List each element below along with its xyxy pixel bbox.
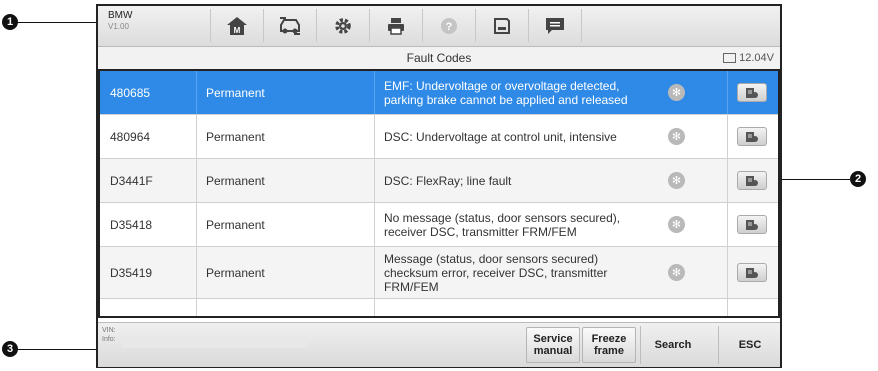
code-help-button[interactable] xyxy=(737,83,767,102)
callout-2-line xyxy=(782,179,850,180)
code-help-icon xyxy=(746,175,758,186)
freeze-frame-icon[interactable]: ✻ xyxy=(668,84,685,101)
battery-icon xyxy=(723,53,737,63)
fault-description-line: DSC: FlexRay; line fault xyxy=(384,173,512,188)
fault-description-line: EMF: Undervoltage or overvoltage detecte… xyxy=(384,78,620,93)
code-help-icon xyxy=(746,87,758,98)
info-label: Info: xyxy=(102,336,116,343)
fault-description-line: Message (status, door sensors secured) xyxy=(384,251,599,266)
fault-description: DSC: Undervoltage at control unit, inten… xyxy=(384,115,666,158)
vin-label: VIN: xyxy=(102,327,116,334)
freeze-frame-icon[interactable]: ✻ xyxy=(668,172,685,189)
fault-description-line: No message (status, door sensors secured… xyxy=(384,210,621,225)
bottom-toolbar: VIN: Info: Service manual Freeze frame S… xyxy=(98,322,780,367)
callout-1: 1 xyxy=(2,14,18,30)
fault-description: No message (status, door sensors secured… xyxy=(384,203,666,246)
code-help-button[interactable] xyxy=(737,127,767,146)
service-manual-button[interactable]: Service manual xyxy=(526,327,580,363)
help-button[interactable]: ? xyxy=(422,9,475,42)
table-row[interactable]: 480964 Permanent DSC: Undervoltage at co… xyxy=(100,115,778,159)
callout-2: 2 xyxy=(850,171,866,187)
fault-description-line: DSC: Undervoltage at control unit, inten… xyxy=(384,129,617,144)
battery-voltage: 12.04V xyxy=(739,52,774,64)
fault-status: Permanent xyxy=(206,173,265,188)
table-row-partial[interactable] xyxy=(100,299,778,316)
settings-gear-icon xyxy=(335,17,351,34)
fault-description: Message (status, door sensors secured) c… xyxy=(384,247,666,298)
settings-button[interactable] xyxy=(316,9,369,42)
table-row[interactable]: D35419 Permanent Message (status, door s… xyxy=(100,247,778,299)
vehicle-info: BMW V1.00 xyxy=(108,10,132,32)
page-title: Fault Codes xyxy=(406,51,472,65)
code-help-icon xyxy=(746,131,758,142)
table-row[interactable]: D3441F Permanent DSC: FlexRay; line faul… xyxy=(100,159,778,203)
save-button[interactable] xyxy=(475,9,528,42)
table-row[interactable]: 480685 Permanent EMF: Undervoltage or ov… xyxy=(100,71,778,115)
print-icon xyxy=(388,17,404,35)
code-help-button[interactable] xyxy=(737,263,767,282)
freeze-frame-icon[interactable]: ✻ xyxy=(668,264,685,281)
vehicle-swap-icon xyxy=(280,16,300,35)
fault-description: DSC: FlexRay; line fault xyxy=(384,159,666,202)
fault-code: D35419 xyxy=(110,265,153,280)
battery-status: 12.04V xyxy=(723,52,774,64)
fault-description-line: receiver DSC, transmitter FRM/FEM xyxy=(384,224,577,239)
code-help-button[interactable] xyxy=(737,171,767,190)
fault-description-line: parking brake cannot be applied and rele… xyxy=(384,92,628,107)
vehicle-swap-button[interactable] xyxy=(263,9,316,42)
svg-text:M: M xyxy=(234,26,241,35)
esc-button[interactable]: ESC xyxy=(718,326,781,364)
diagnostic-screen: BMW V1.00 M ? Fault Codes 12.04V 480685 … xyxy=(96,4,782,368)
vehicle-make: BMW xyxy=(108,10,133,21)
fault-code: 480685 xyxy=(110,85,151,100)
freeze-frame-label-2: frame xyxy=(594,345,624,357)
fault-code: 480964 xyxy=(110,129,151,144)
fault-status: Permanent xyxy=(206,129,265,144)
table-row[interactable]: D35418 Permanent No message (status, doo… xyxy=(100,203,778,247)
code-help-icon xyxy=(746,219,758,230)
freeze-frame-icon[interactable]: ✻ xyxy=(668,128,685,145)
code-help-button[interactable] xyxy=(737,215,767,234)
search-button[interactable]: Search xyxy=(640,326,705,364)
fault-description-line: checksum error, receiver DSC, transmitte… xyxy=(384,265,608,280)
data-logging-icon xyxy=(546,17,564,34)
save-icon xyxy=(494,17,510,34)
fault-description: EMF: Undervoltage or overvoltage detecte… xyxy=(384,71,666,114)
callout-3: 3 xyxy=(2,341,18,357)
service-manual-label-2: manual xyxy=(533,345,573,357)
title-bar: Fault Codes 12.04V xyxy=(98,47,780,69)
fault-description-line: FRM/FEM xyxy=(384,279,439,294)
freeze-frame-button[interactable]: Freeze frame xyxy=(582,327,636,363)
home-button[interactable]: M xyxy=(210,9,263,42)
top-toolbar: BMW V1.00 M ? xyxy=(98,6,780,47)
data-logging-button[interactable] xyxy=(528,9,582,42)
fault-code-table[interactable]: 480685 Permanent EMF: Undervoltage or ov… xyxy=(98,69,780,318)
code-help-icon xyxy=(746,267,758,278)
home-icon: M xyxy=(227,16,247,35)
svg-text:?: ? xyxy=(446,21,453,33)
freeze-frame-label-1: Freeze xyxy=(591,333,627,345)
info-field xyxy=(122,336,308,348)
fault-status: Permanent xyxy=(206,217,265,232)
print-button[interactable] xyxy=(369,9,422,42)
fault-status: Permanent xyxy=(206,265,265,280)
fault-code: D35418 xyxy=(110,217,153,232)
fault-status: Permanent xyxy=(206,85,265,100)
callout-1-line xyxy=(18,22,96,23)
callout-3-line xyxy=(18,349,96,350)
help-icon: ? xyxy=(441,17,457,34)
service-manual-label-1: Service xyxy=(533,333,573,345)
freeze-frame-icon[interactable]: ✻ xyxy=(668,216,685,233)
fault-code: D3441F xyxy=(110,173,153,188)
vehicle-info-panel: VIN: Info: xyxy=(102,326,116,344)
software-version: V1.00 xyxy=(108,22,129,31)
